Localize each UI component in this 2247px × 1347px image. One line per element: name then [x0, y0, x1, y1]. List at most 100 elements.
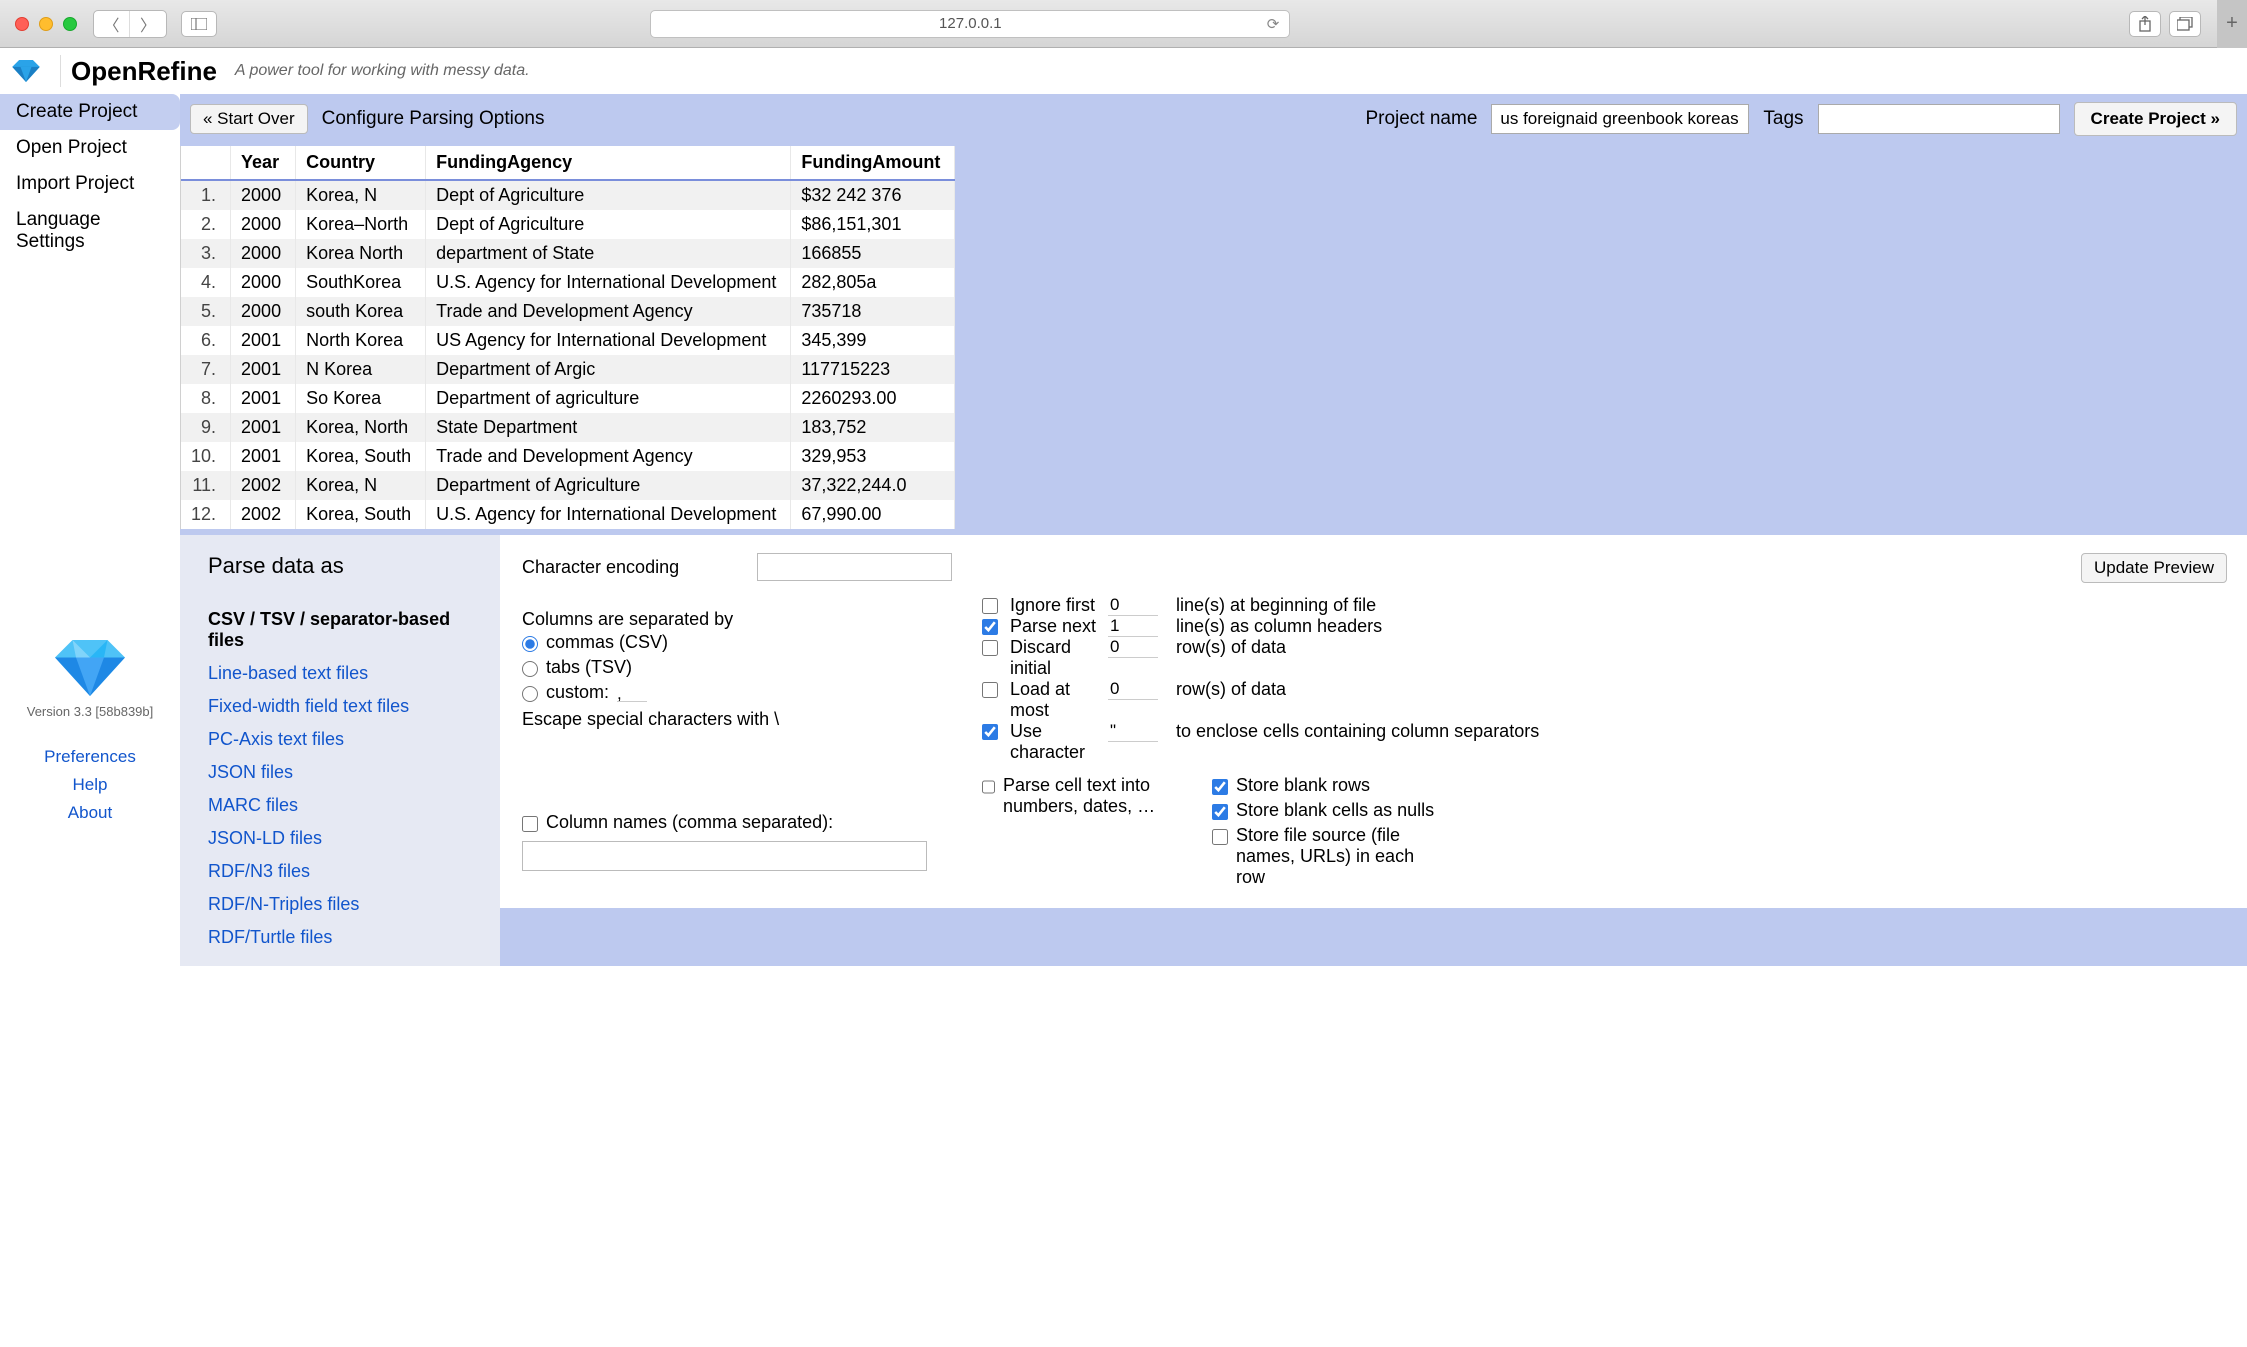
link-about[interactable]: About	[0, 799, 180, 827]
opt-ignore-first: Ignore first line(s) at beginning of fil…	[982, 595, 2225, 616]
new-tab-button[interactable]: +	[2217, 0, 2247, 48]
store-blank-cells-checkbox[interactable]	[1212, 804, 1228, 820]
parse-next-checkbox[interactable]	[982, 619, 998, 635]
load-at-most-label2: row(s) of data	[1176, 679, 2225, 700]
load-at-most-value[interactable]	[1108, 679, 1158, 700]
sep-custom-label: custom:	[546, 682, 609, 703]
amount-cell: 282,805a	[791, 268, 955, 297]
openrefine-logo-icon	[12, 60, 40, 82]
store-blank-rows-checkbox[interactable]	[1212, 779, 1228, 795]
table-row: 3. 2000 Korea North department of State …	[181, 239, 955, 268]
opt-discard: Discard initial row(s) of data	[982, 637, 2225, 679]
project-name-label: Project name	[1365, 108, 1477, 130]
link-preferences[interactable]: Preferences	[0, 743, 180, 771]
amount-cell: 329,953	[791, 442, 955, 471]
parse-next-label2: line(s) as column headers	[1176, 616, 2225, 637]
country-cell: Korea North	[296, 239, 426, 268]
rownum-cell: 11.	[181, 471, 231, 500]
project-name-input[interactable]	[1491, 104, 1749, 134]
agency-cell: Department of agriculture	[426, 384, 791, 413]
year-cell: 2001	[231, 384, 296, 413]
col-names-input[interactable]	[522, 841, 927, 871]
store-options: Store blank rows Store blank cells as nu…	[1212, 773, 1434, 890]
tags-label: Tags	[1763, 108, 1803, 130]
rownum-cell: 12.	[181, 500, 231, 529]
use-char-value[interactable]	[1108, 721, 1158, 742]
format-option[interactable]: RDF/N-Triples files	[208, 888, 488, 921]
parse-panel: Parse data as CSV / TSV / separator-base…	[180, 535, 2247, 966]
configure-label: Configure Parsing Options	[322, 108, 545, 130]
year-cell: 2001	[231, 442, 296, 471]
discard-checkbox[interactable]	[982, 640, 998, 656]
encoding-label: Character encoding	[522, 557, 679, 578]
rownum-cell: 10.	[181, 442, 231, 471]
preview-table: Year Country FundingAgency FundingAmount…	[181, 146, 955, 529]
format-option[interactable]: CSV / TSV / separator-based files	[208, 603, 488, 657]
nav-language-settings[interactable]: Language Settings	[0, 202, 180, 260]
link-help[interactable]: Help	[0, 771, 180, 799]
nav-import-project[interactable]: Import Project	[0, 166, 180, 202]
sep-tsv-radio[interactable]	[522, 661, 538, 677]
col-agency: FundingAgency	[426, 146, 791, 180]
back-button[interactable]: 〈	[94, 11, 130, 37]
url-bar[interactable]: 127.0.0.1 ⟳	[650, 10, 1290, 38]
divider	[60, 55, 61, 87]
ignore-first-checkbox[interactable]	[982, 598, 998, 614]
browser-chrome: 〈 〉 127.0.0.1 ⟳ +	[0, 0, 2247, 48]
amount-cell: $32 242 376	[791, 180, 955, 210]
table-row: 9. 2001 Korea, North State Department 18…	[181, 413, 955, 442]
format-option[interactable]: RDF/Turtle files	[208, 921, 488, 954]
share-button[interactable]	[2129, 11, 2161, 37]
load-at-most-checkbox[interactable]	[982, 682, 998, 698]
ignore-first-value[interactable]	[1108, 595, 1158, 616]
year-cell: 2000	[231, 239, 296, 268]
format-option[interactable]: JSON files	[208, 756, 488, 789]
table-row: 2. 2000 Korea–North Dept of Agriculture …	[181, 210, 955, 239]
agency-cell: department of State	[426, 239, 791, 268]
sep-custom-radio[interactable]	[522, 686, 538, 702]
amount-cell: 117715223	[791, 355, 955, 384]
sep-csv-radio[interactable]	[522, 636, 538, 652]
parse-cell-checkbox[interactable]	[982, 779, 995, 795]
parse-next-value[interactable]	[1108, 616, 1158, 637]
format-option[interactable]: Fixed-width field text files	[208, 690, 488, 723]
encoding-input[interactable]	[757, 553, 952, 581]
update-preview-button[interactable]: Update Preview	[2081, 553, 2227, 583]
format-option[interactable]: Line-based text files	[208, 657, 488, 690]
table-row: 5. 2000 south Korea Trade and Developmen…	[181, 297, 955, 326]
format-option[interactable]: PC-Axis text files	[208, 723, 488, 756]
tabs-button[interactable]	[2169, 11, 2201, 37]
store-blank-cells-label: Store blank cells as nulls	[1236, 800, 1434, 821]
minimize-window-icon[interactable]	[39, 17, 53, 31]
show-sidebar-button[interactable]	[181, 11, 217, 37]
sep-custom-input[interactable]	[617, 686, 647, 702]
nav-create-project[interactable]: Create Project	[0, 94, 180, 130]
col-amount: FundingAmount	[791, 146, 955, 180]
agency-cell: Department of Agriculture	[426, 471, 791, 500]
tags-input[interactable]	[1818, 104, 2060, 134]
table-row: 12. 2002 Korea, South U.S. Agency for In…	[181, 500, 955, 529]
forward-button[interactable]: 〉	[130, 11, 166, 37]
nav-open-project[interactable]: Open Project	[0, 130, 180, 166]
parse-next-label1: Parse next	[1010, 616, 1100, 637]
agency-cell: U.S. Agency for International Developmen…	[426, 500, 791, 529]
maximize-window-icon[interactable]	[63, 17, 77, 31]
col-names-checkbox[interactable]	[522, 816, 538, 832]
format-option[interactable]: JSON-LD files	[208, 822, 488, 855]
chrome-right-controls: +	[2129, 0, 2232, 48]
reload-icon[interactable]: ⟳	[1267, 15, 1280, 33]
start-over-button[interactable]: « Start Over	[190, 104, 308, 134]
create-project-button[interactable]: Create Project »	[2074, 102, 2237, 136]
table-row: 6. 2001 North Korea US Agency for Intern…	[181, 326, 955, 355]
close-window-icon[interactable]	[15, 17, 29, 31]
discard-value[interactable]	[1108, 637, 1158, 658]
use-char-checkbox[interactable]	[982, 724, 998, 740]
store-file-source-checkbox[interactable]	[1212, 829, 1228, 845]
format-option[interactable]: RDF/N3 files	[208, 855, 488, 888]
format-option[interactable]: MARC files	[208, 789, 488, 822]
app-tagline: A power tool for working with messy data…	[235, 62, 530, 80]
country-cell: Korea–North	[296, 210, 426, 239]
load-at-most-label1: Load at most	[1010, 679, 1100, 721]
parse-col1: Character encoding Columns are separated…	[522, 553, 952, 890]
year-cell: 2002	[231, 471, 296, 500]
